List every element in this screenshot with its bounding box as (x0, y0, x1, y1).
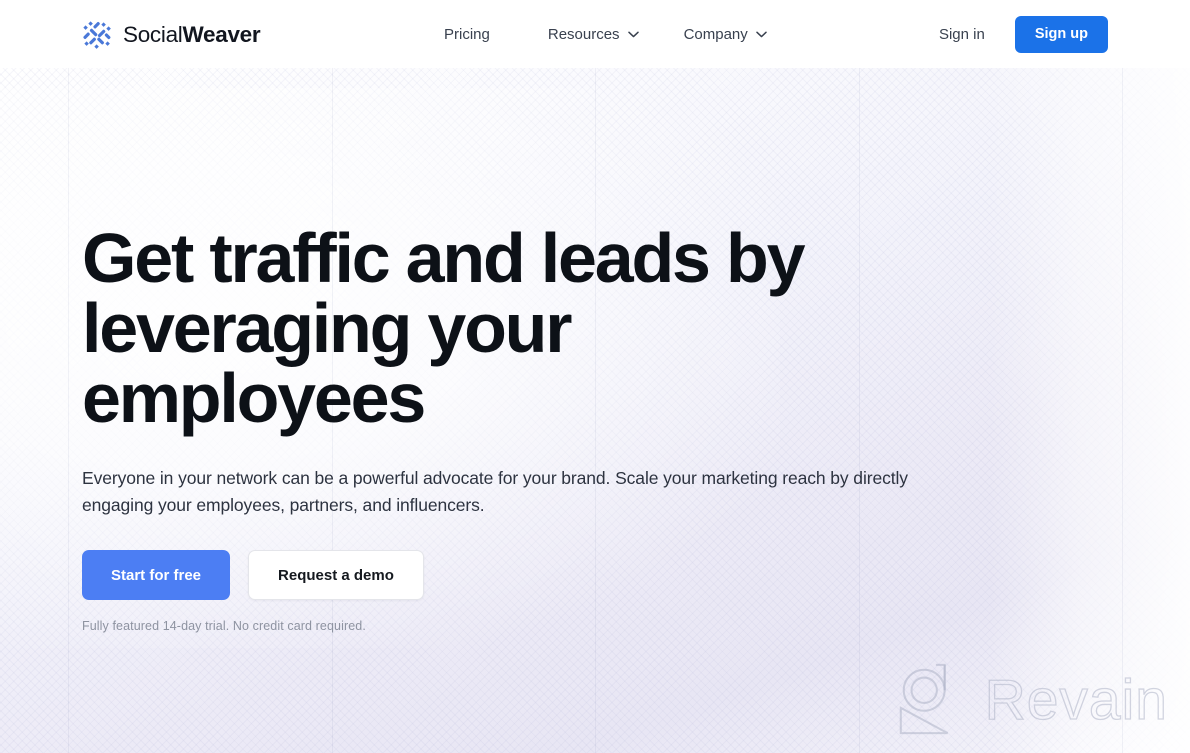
landing-page: SocialWeaver Pricing Resources Company S… (0, 0, 1190, 753)
main-navigation: Pricing Resources Company (444, 0, 767, 68)
brand-logo[interactable]: SocialWeaver (82, 18, 261, 52)
sign-in-link[interactable]: Sign in (939, 26, 985, 43)
brand-name-bold: Weaver (182, 21, 261, 47)
brand-name: SocialWeaver (123, 21, 261, 47)
request-demo-button[interactable]: Request a demo (248, 550, 424, 601)
hero-subtitle: Everyone in your network can be a powerf… (82, 468, 908, 516)
trial-fine-print: Fully featured 14-day trial. No credit c… (82, 619, 366, 634)
sign-up-button[interactable]: Sign up (1014, 15, 1108, 53)
header-actions: Sign in Sign up (939, 0, 1108, 68)
nav-label-pricing: Pricing (444, 25, 490, 43)
hero-section: Get traffic and leads by leveraging your… (82, 68, 982, 633)
nav-label-company: Company (683, 25, 748, 43)
brand-name-light: Social (123, 21, 183, 47)
page-title-line-1: Get traffic and leads by (82, 219, 806, 297)
nav-label-resources: Resources (547, 25, 620, 43)
page-title-line-2: leveraging your employees (82, 289, 572, 437)
cta-row: Start for free Request a demo (82, 550, 982, 601)
chevron-down-icon (756, 31, 767, 37)
chevron-down-icon (627, 31, 639, 37)
weave-diagonal-dashes-icon (83, 21, 111, 49)
nav-item-pricing[interactable]: Pricing (444, 0, 490, 68)
hero-right-fade (990, 68, 1190, 753)
start-for-free-button[interactable]: Start for free (82, 550, 231, 601)
nav-item-resources[interactable]: Resources (548, 0, 639, 68)
site-header: SocialWeaver Pricing Resources Company S… (0, 0, 1190, 68)
nav-item-company[interactable]: Company (684, 0, 767, 68)
page-title: Get traffic and leads by leveraging your… (82, 223, 862, 433)
